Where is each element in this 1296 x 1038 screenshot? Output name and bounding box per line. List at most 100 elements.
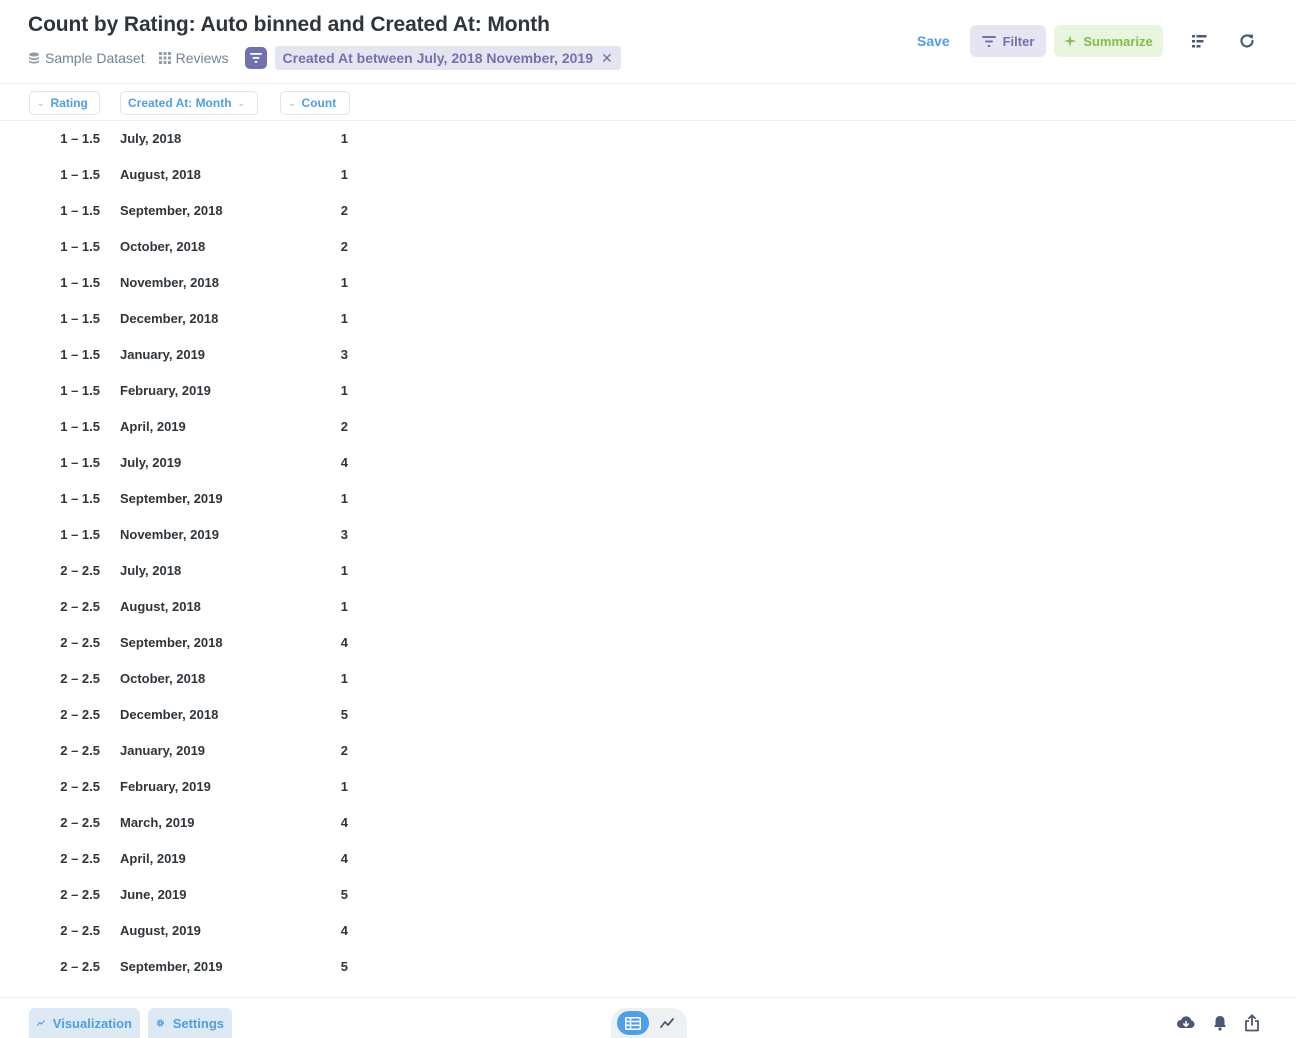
cell-rating[interactable]: 1 – 1.5 [60,301,100,337]
cell-rating[interactable]: 2 – 2.5 [60,589,100,625]
cell-rating[interactable]: 1 – 1.5 [60,157,100,193]
cell-month[interactable]: April, 2019 [120,841,186,877]
cell-rating[interactable]: 2 – 2.5 [60,913,100,949]
column-header-created-at-month[interactable]: Created At: Month ⌄ [120,91,258,115]
cell-rating[interactable]: 2 – 2.5 [60,733,100,769]
cell-rating[interactable]: 1 – 1.5 [60,409,100,445]
cell-count[interactable]: 1 [341,121,348,157]
cell-rating[interactable]: 1 – 1.5 [60,193,100,229]
cell-count[interactable]: 4 [341,625,348,661]
table-row: 1 – 1.5 April, 2019 2 [0,409,1296,445]
cell-month[interactable]: September, 2019 [120,481,223,517]
column-header-rating[interactable]: ⌄ Rating [29,91,100,115]
cell-month[interactable]: November, 2019 [120,517,219,553]
filter-button[interactable]: Filter [970,25,1046,57]
column-header-label: Rating [50,96,88,110]
cell-count[interactable]: 4 [341,841,348,877]
cell-count[interactable]: 3 [341,337,348,373]
filter-toggle-button[interactable] [244,47,267,69]
cell-rating[interactable]: 2 – 2.5 [60,769,100,805]
cell-month[interactable]: August, 2018 [120,589,201,625]
cell-month[interactable]: September, 2019 [120,949,223,985]
cell-month[interactable]: October, 2018 [120,229,205,265]
cell-rating[interactable]: 2 – 2.5 [60,697,100,733]
visualization-button[interactable]: Visualization [29,1008,140,1038]
cell-month[interactable]: September, 2018 [120,193,223,229]
cell-rating[interactable]: 1 – 1.5 [60,481,100,517]
cell-rating[interactable]: 2 – 2.5 [60,625,100,661]
cell-count[interactable]: 1 [341,373,348,409]
cell-month[interactable]: July, 2018 [120,121,181,157]
cell-month[interactable]: February, 2019 [120,769,211,805]
cell-month[interactable]: March, 2019 [120,805,194,841]
cell-month[interactable]: December, 2018 [120,301,218,337]
cell-count[interactable]: 1 [341,157,348,193]
cell-count[interactable]: 1 [341,481,348,517]
cell-count[interactable]: 1 [341,589,348,625]
cell-month[interactable]: January, 2019 [120,733,205,769]
breadcrumb-table[interactable]: Reviews [158,50,229,66]
cell-count[interactable]: 4 [341,805,348,841]
cell-month[interactable]: October, 2018 [120,661,205,697]
cell-month[interactable]: July, 2018 [120,553,181,589]
cell-rating[interactable]: 2 – 2.5 [60,841,100,877]
cell-month[interactable]: November, 2018 [120,265,219,301]
cell-rating[interactable]: 1 – 1.5 [60,265,100,301]
cell-month[interactable]: December, 2018 [120,697,218,733]
cell-month[interactable]: January, 2019 [120,337,205,373]
cell-count[interactable]: 1 [341,553,348,589]
cell-rating[interactable]: 1 – 1.5 [60,337,100,373]
cell-count[interactable]: 4 [341,445,348,481]
breadcrumb-database[interactable]: Sample Dataset [28,50,145,66]
cell-month[interactable]: August, 2018 [120,157,201,193]
cell-count[interactable]: 1 [341,265,348,301]
cell-rating[interactable]: 2 – 2.5 [60,553,100,589]
cell-count[interactable]: 2 [341,193,348,229]
close-icon[interactable]: ✕ [601,50,613,67]
save-button[interactable]: Save [917,25,950,57]
filter-button-label: Filter [1002,33,1035,49]
chart-view-button[interactable] [655,1011,679,1035]
cell-rating[interactable]: 2 – 2.5 [60,949,100,985]
cell-rating[interactable]: 2 – 2.5 [60,805,100,841]
cell-month[interactable]: April, 2019 [120,409,186,445]
cell-rating[interactable]: 1 – 1.5 [60,373,100,409]
cell-rating[interactable]: 1 – 1.5 [60,121,100,157]
cell-count[interactable]: 2 [341,409,348,445]
cell-count[interactable]: 5 [341,949,348,985]
summarize-button[interactable]: Summarize [1054,25,1163,57]
cell-count[interactable]: 2 [341,733,348,769]
cell-rating[interactable]: 1 – 1.5 [60,445,100,481]
cell-month[interactable]: June, 2019 [120,877,187,913]
cell-month[interactable]: August, 2019 [120,913,201,949]
table-view-button[interactable] [617,1011,649,1035]
cell-count[interactable]: 1 [341,661,348,697]
refresh-icon [1240,34,1254,48]
settings-button[interactable]: Settings [148,1008,232,1038]
notebook-editor-button[interactable] [1187,29,1211,53]
cell-count[interactable]: 4 [341,913,348,949]
table-header: ⌄ Rating Created At: Month ⌄ ⌄ Count [0,84,1296,121]
cell-month[interactable]: July, 2019 [120,445,181,481]
cell-rating[interactable]: 1 – 1.5 [60,517,100,553]
cell-count[interactable]: 1 [341,769,348,805]
cell-count[interactable]: 1 [341,301,348,337]
table-row: 1 – 1.5 July, 2018 1 [0,121,1296,157]
table-body: 1 – 1.5 July, 2018 1 1 – 1.5 August, 2018 1 … [0,121,1296,985]
share-button[interactable] [1241,1012,1263,1034]
cell-count[interactable]: 3 [341,517,348,553]
refresh-button[interactable] [1235,29,1259,53]
column-header-count[interactable]: ⌄ Count [280,91,350,115]
cell-month[interactable]: September, 2018 [120,625,223,661]
cell-count[interactable]: 2 [341,229,348,265]
alert-button[interactable] [1209,1012,1231,1034]
cell-rating[interactable]: 2 – 2.5 [60,877,100,913]
cell-rating[interactable]: 1 – 1.5 [60,229,100,265]
download-button[interactable] [1175,1012,1197,1034]
cell-rating[interactable]: 2 – 2.5 [60,661,100,697]
filter-chip[interactable]: Created At between July, 2018 November, … [274,46,621,70]
cell-count[interactable]: 5 [341,697,348,733]
cell-count[interactable]: 5 [341,877,348,913]
table-row: 1 – 1.5 November, 2019 3 [0,517,1296,553]
cell-month[interactable]: February, 2019 [120,373,211,409]
